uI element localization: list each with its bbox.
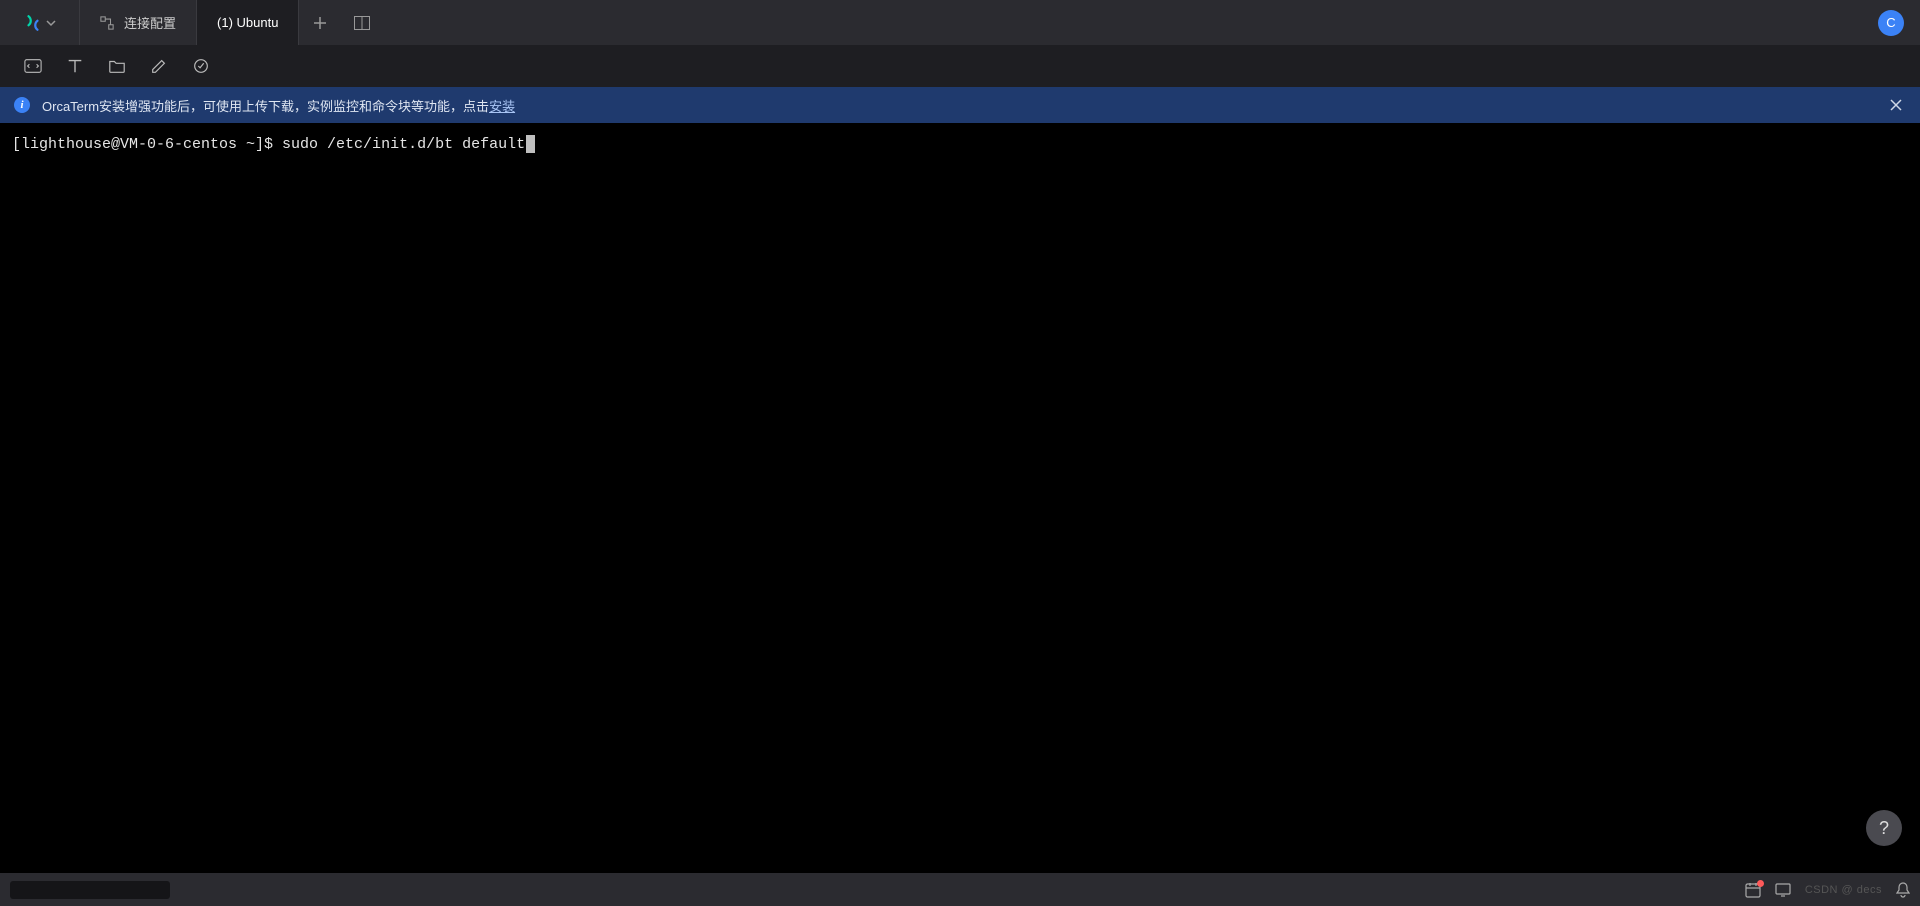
terminal-prompt: [lighthouse@VM-0-6-centos ~]$ xyxy=(12,136,282,153)
tab-ubuntu[interactable]: (1) Ubuntu xyxy=(197,0,299,45)
tab-ubuntu-label: (1) Ubuntu xyxy=(217,15,278,30)
status-box xyxy=(10,881,170,899)
tab-bar: 连接配置 (1) Ubuntu C xyxy=(0,0,1920,45)
terminal-command: sudo /etc/init.d/bt default xyxy=(282,136,525,153)
target-button[interactable] xyxy=(180,45,222,87)
calendar-button[interactable] xyxy=(1745,882,1761,898)
bell-icon xyxy=(1896,882,1910,898)
help-button[interactable]: ? xyxy=(1866,810,1902,846)
watermark: CSDN @ decs xyxy=(1805,884,1882,896)
terminal-line: [lighthouse@VM-0-6-centos ~]$ sudo /etc/… xyxy=(12,133,1908,157)
logo-icon xyxy=(24,14,42,32)
terminal-cursor xyxy=(526,135,535,153)
app-menu[interactable] xyxy=(0,0,80,45)
new-tab-button[interactable] xyxy=(299,0,341,45)
chevron-down-icon xyxy=(46,18,56,28)
status-bar: CSDN @ decs xyxy=(0,873,1920,906)
toolbar xyxy=(0,45,1920,87)
tab-connection-label: 连接配置 xyxy=(124,13,176,32)
target-icon xyxy=(192,57,210,75)
folder-button[interactable] xyxy=(96,45,138,87)
info-icon xyxy=(14,97,30,113)
text-icon xyxy=(66,57,84,75)
notification-dot xyxy=(1757,880,1764,887)
help-label: ? xyxy=(1879,818,1889,839)
split-button[interactable] xyxy=(341,0,383,45)
install-link[interactable]: 安装 xyxy=(489,96,515,115)
bell-button[interactable] xyxy=(1896,882,1910,898)
banner-text: OrcaTerm安装增强功能后，可使用上传下载，实例监控和命令块等功能，点击 xyxy=(42,96,489,115)
monitor-icon xyxy=(1775,882,1791,898)
user-avatar[interactable]: C xyxy=(1878,0,1920,45)
folder-icon xyxy=(108,57,126,75)
code-icon xyxy=(24,57,42,75)
plus-icon xyxy=(313,16,327,30)
edit-button[interactable] xyxy=(138,45,180,87)
split-icon xyxy=(354,16,370,30)
avatar-circle: C xyxy=(1878,10,1904,36)
connection-icon xyxy=(100,16,114,30)
close-icon xyxy=(1890,99,1902,111)
text-button[interactable] xyxy=(54,45,96,87)
pencil-icon xyxy=(150,57,168,75)
avatar-letter: C xyxy=(1886,15,1895,30)
terminal[interactable]: [lighthouse@VM-0-6-centos ~]$ sudo /etc/… xyxy=(0,123,1920,873)
code-button[interactable] xyxy=(12,45,54,87)
banner-close-button[interactable] xyxy=(1886,95,1906,115)
monitor-button[interactable] xyxy=(1775,882,1791,898)
tab-connection-config[interactable]: 连接配置 xyxy=(80,0,197,45)
info-banner: OrcaTerm安装增强功能后，可使用上传下载，实例监控和命令块等功能，点击 安… xyxy=(0,87,1920,123)
